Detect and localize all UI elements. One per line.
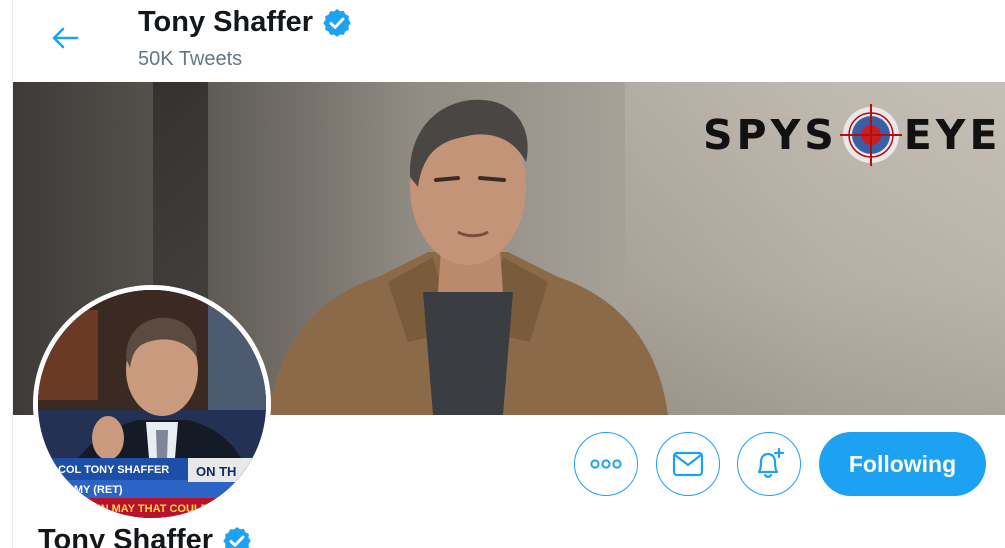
message-button[interactable] — [656, 432, 720, 496]
logo-text-left: SPYS — [703, 111, 838, 159]
back-button[interactable] — [45, 18, 85, 58]
verified-badge-icon — [223, 526, 251, 548]
arrow-left-icon — [52, 27, 79, 49]
profile-header-bar: Tony Shaffer 50K Tweets — [13, 0, 1005, 82]
bell-plus-icon — [757, 447, 785, 478]
profile-name-text: Tony Shaffer — [38, 524, 214, 548]
tweet-count: 50K Tweets — [138, 48, 243, 70]
crosshair-target-icon — [839, 104, 902, 166]
profile-actions: Following — [0, 432, 1005, 496]
profile-name: Tony Shaffer — [38, 524, 253, 548]
header-title: Tony Shaffer — [138, 6, 353, 39]
following-button[interactable]: Following — [819, 432, 986, 496]
more-dots-icon — [590, 459, 622, 469]
header-name-text: Tony Shaffer — [138, 6, 314, 38]
banner-person-image — [268, 99, 668, 415]
avatar-ticker-text: GHTER IN MAY THAT COULD B — [56, 503, 220, 515]
verified-badge-icon — [323, 8, 351, 37]
logo-text-right: EYE — [903, 111, 1002, 159]
spys-eye-logo: SPYS EYE — [703, 104, 1002, 166]
more-button[interactable] — [574, 432, 638, 496]
notifications-button[interactable] — [737, 432, 801, 496]
envelope-icon — [672, 451, 704, 477]
